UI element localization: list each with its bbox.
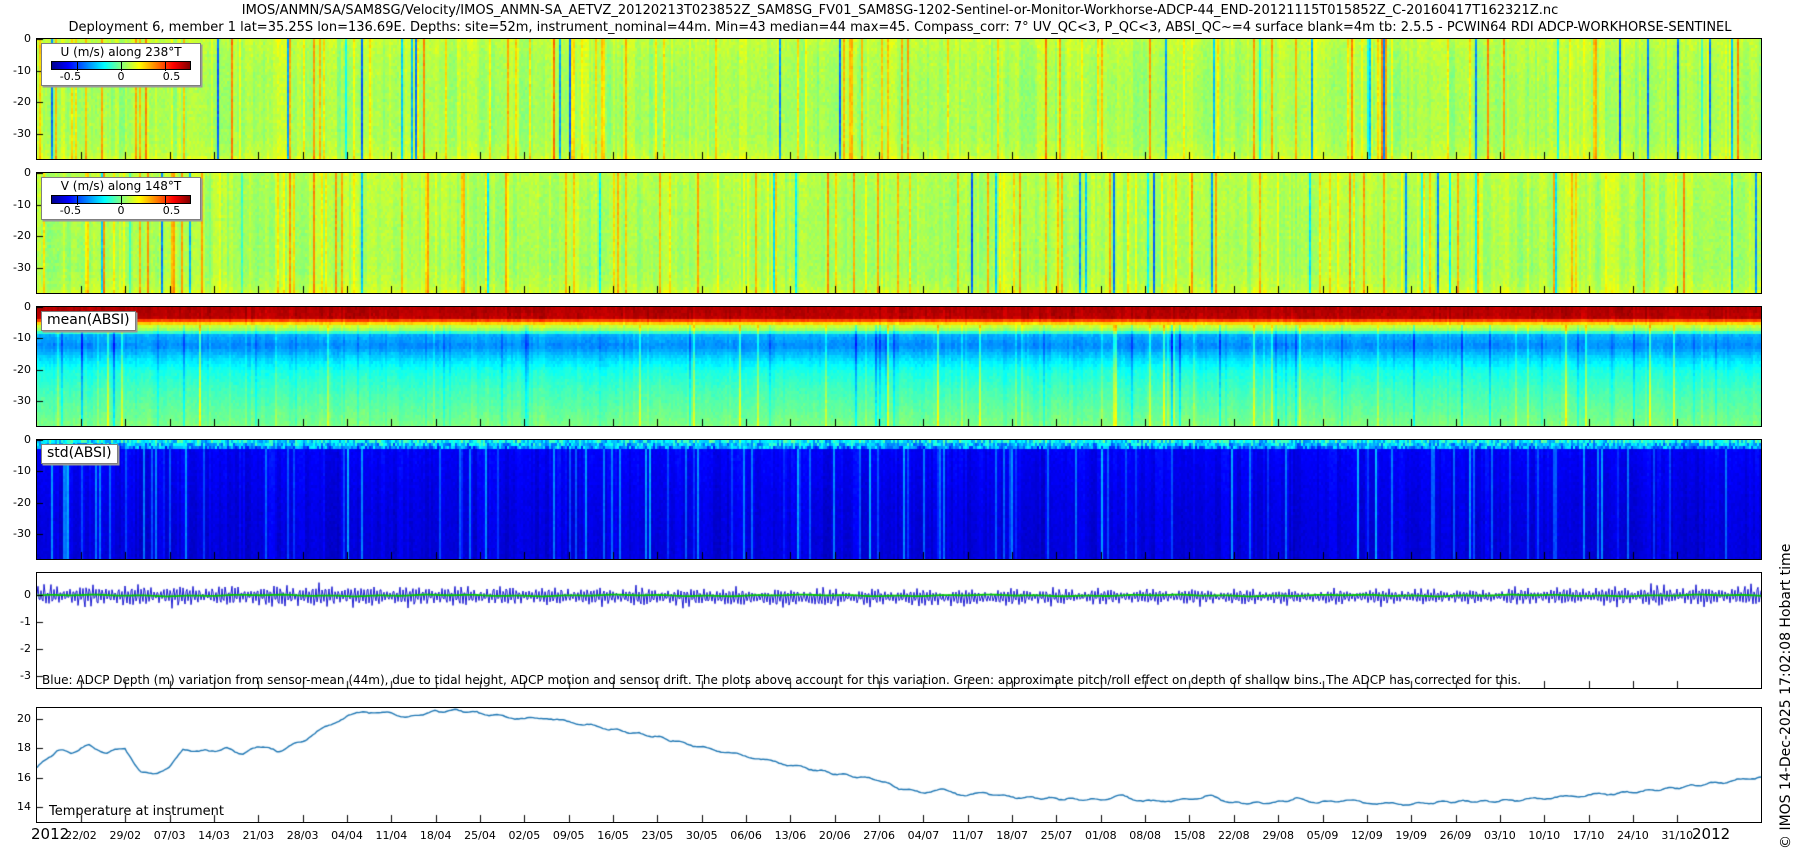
- x-tick-label: 17/10: [1572, 829, 1605, 842]
- x-tick-label: 20/06: [818, 829, 851, 842]
- x-tick-label: 06/06: [730, 829, 762, 842]
- y-tick-label: 0: [24, 166, 31, 179]
- x-tick-label: 02/05: [508, 829, 541, 842]
- depth-annotation-text: Blue: ADCP Depth (m) variation from sens…: [42, 673, 1522, 687]
- y-tick-label: 0: [24, 300, 31, 313]
- std-absi-label: std(ABSI): [41, 444, 118, 464]
- adcp-figure: IMOS/ANMN/SA/SAM8SG/Velocity/IMOS_ANMN-S…: [0, 0, 1800, 850]
- y-tick-label: 18: [17, 741, 31, 755]
- v-colorbar: [51, 195, 191, 205]
- x-tick-label: 14/03: [198, 829, 230, 842]
- x-tick-label: 03/10: [1484, 829, 1516, 842]
- panel-v-velocity-heatmap: V (m/s) along 148°T -0.5 0 0.5: [36, 172, 1762, 294]
- u-legend-title: U (m/s) along 238°T: [60, 45, 182, 59]
- x-tick-label: 11/07: [951, 829, 984, 842]
- x-tick-label: 07/03: [153, 829, 186, 842]
- y-tick-label: -10: [13, 464, 31, 478]
- temperature-label: Temperature at instrument: [49, 804, 224, 819]
- y-tick-label: -20: [13, 362, 31, 376]
- x-tick-label: 18/07: [996, 829, 1028, 842]
- copyright-watermark: © IMOS 14-Dec-2025 17:02:08 Hobart time: [1778, 543, 1794, 849]
- x-tick-label: 29/08: [1262, 829, 1295, 842]
- mean-absi-label: mean(ABSI): [41, 311, 136, 331]
- panel-std-absi-heatmap: std(ABSI): [36, 439, 1762, 560]
- colorbar-label: 0: [117, 70, 125, 83]
- y-tick-label: 16: [17, 770, 31, 784]
- x-tick-label: 24/10: [1617, 829, 1649, 842]
- x-tick-label: 22/02: [65, 829, 97, 842]
- u-colorbar-legend: U (m/s) along 238°T -0.5 0 0.5: [41, 43, 201, 86]
- x-tick-label: 27/06: [863, 829, 895, 842]
- x-tick-label: 21/03: [242, 829, 275, 842]
- x-tick-label: 11/04: [375, 829, 408, 842]
- panel-depth-variation-line: Blue: ADCP Depth (m) variation from sens…: [36, 572, 1762, 689]
- x-tick-label: 30/05: [685, 829, 718, 842]
- temperature-line-canvas: [37, 708, 1761, 822]
- v-velocity-heatmap-canvas: [37, 173, 1761, 293]
- mean-absi-heatmap-canvas: [37, 307, 1761, 426]
- y-tick-label: 0: [24, 433, 31, 446]
- y-tick-label: -2: [20, 641, 31, 655]
- y-tick-label: -30: [13, 393, 31, 407]
- u-velocity-heatmap-canvas: [37, 39, 1761, 159]
- u-colorbar: [51, 61, 191, 71]
- x-tick-label: 28/03: [286, 829, 319, 842]
- x-tick-label: 23/05: [641, 829, 674, 842]
- x-tick-label: 31/10: [1661, 829, 1694, 842]
- x-tick-label: 13/06: [774, 829, 807, 842]
- x-axis-year-right: 2012: [1692, 825, 1731, 843]
- v-colorbar-labels: -0.5 0 0.5: [42, 204, 200, 217]
- u-colorbar-labels: -0.5 0 0.5: [42, 70, 200, 83]
- panel-mean-absi-heatmap: mean(ABSI): [36, 306, 1762, 427]
- y-tick-label: -10: [13, 331, 31, 345]
- x-tick-label: 16/05: [597, 829, 629, 842]
- x-tick-label: 05/09: [1306, 829, 1339, 842]
- colorbar-label: 0.5: [162, 70, 181, 83]
- y-tick-label: 0: [24, 588, 31, 602]
- std-absi-heatmap-canvas: [37, 440, 1761, 559]
- x-tick-label: 25/04: [464, 829, 496, 842]
- x-tick-label: 09/05: [552, 829, 585, 842]
- x-axis-tick-labels: 2012 2012 22/02 29/02 07/03 14/03 21/03 28/03…: [0, 823, 1800, 849]
- colorbar-label: -0.5: [59, 204, 82, 217]
- figure-subtitle: Deployment 6, member 1 lat=35.25S lon=13…: [68, 20, 1732, 35]
- x-tick-label: 04/04: [331, 829, 363, 842]
- y-tick-label: -10: [13, 197, 31, 211]
- x-tick-label: 01/08: [1084, 829, 1117, 842]
- y-tick-label: -20: [13, 495, 31, 509]
- x-tick-label: 12/09: [1350, 829, 1383, 842]
- y-tick-label: -20: [13, 229, 31, 243]
- y-tick-label: -20: [13, 95, 31, 109]
- x-tick-label: 26/09: [1439, 829, 1472, 842]
- x-tick-label: 15/08: [1173, 829, 1206, 842]
- figure-title: IMOS/ANMN/SA/SAM8SG/Velocity/IMOS_ANMN-S…: [241, 3, 1559, 18]
- colorbar-label: 0: [117, 204, 125, 217]
- y-tick-label: -1: [20, 615, 31, 629]
- x-tick-label: 18/04: [419, 829, 452, 842]
- x-tick-label: 04/07: [907, 829, 940, 842]
- v-legend-title: V (m/s) along 148°T: [60, 179, 182, 193]
- panel-u-velocity-heatmap: U (m/s) along 238°T -0.5 0 0.5: [36, 38, 1762, 160]
- panel-temperature-line: Temperature at instrument: [36, 707, 1762, 823]
- y-tick-label: -30: [13, 526, 31, 540]
- colorbar-label: -0.5: [59, 70, 82, 83]
- x-tick-label: 22/08: [1217, 829, 1250, 842]
- x-tick-label: 25/07: [1040, 829, 1073, 842]
- x-tick-label: 19/09: [1395, 829, 1428, 842]
- y-tick-label: -3: [20, 668, 31, 682]
- y-tick-label: -30: [13, 260, 31, 274]
- y-tick-label: 20: [17, 712, 31, 726]
- x-axis-year-left: 2012: [31, 825, 70, 843]
- y-tick-label: -10: [13, 63, 31, 77]
- depth-variation-line-canvas: [37, 573, 1761, 688]
- colorbar-label: 0.5: [162, 204, 181, 217]
- y-tick-label: -30: [13, 126, 31, 140]
- y-tick-label: 14: [17, 800, 31, 814]
- x-tick-label: 29/02: [109, 829, 142, 842]
- x-tick-label: 10/10: [1528, 829, 1561, 842]
- x-tick-label: 08/08: [1129, 829, 1161, 842]
- v-colorbar-legend: V (m/s) along 148°T -0.5 0 0.5: [41, 177, 201, 220]
- y-tick-label: 0: [24, 32, 31, 45]
